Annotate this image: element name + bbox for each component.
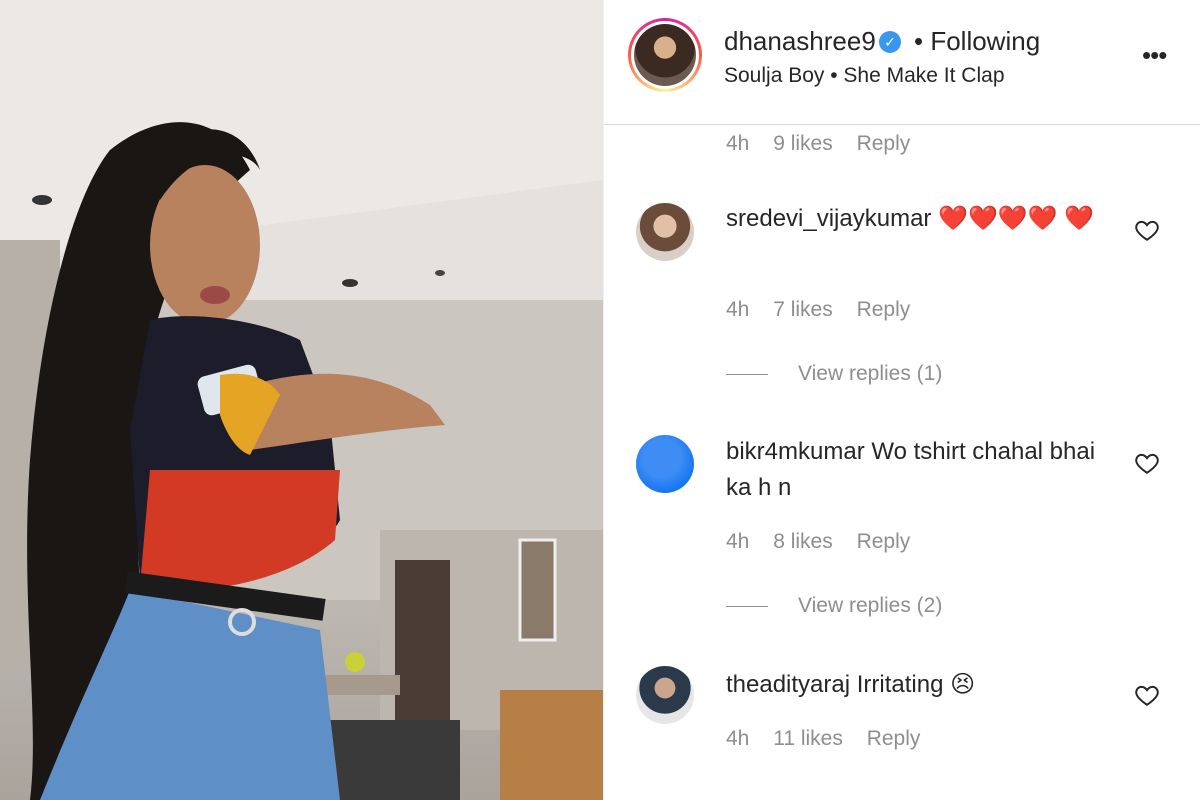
reply-button[interactable]: Reply <box>857 298 911 321</box>
audio-track-link[interactable]: Soulja Boy • She Make It Clap <box>724 64 1005 88</box>
comment-likes[interactable]: 9 likes <box>773 132 833 155</box>
replies-divider-line <box>726 373 768 375</box>
author-username[interactable]: dhanashree9 <box>724 26 876 57</box>
commenter-avatar[interactable] <box>636 435 694 493</box>
replies-divider-line <box>726 605 768 607</box>
reply-button[interactable]: Reply <box>857 530 911 553</box>
view-replies-label: View replies (1) <box>798 362 943 385</box>
comment-body: theadityaraj Irritating 😣 <box>726 667 1106 703</box>
comment-meta: 4h 9 likes Reply <box>726 132 928 156</box>
view-replies-label: View replies (2) <box>798 594 943 617</box>
comment-likes[interactable]: 8 likes <box>773 530 833 553</box>
comment-meta: 4h 8 likes Reply <box>726 530 928 554</box>
comment-time: 4h <box>726 298 750 321</box>
comment-time: 4h <box>726 530 750 553</box>
verified-badge-icon: ✓ <box>879 31 901 53</box>
like-comment-heart-icon[interactable] <box>1134 217 1160 243</box>
post-video[interactable] <box>0 0 603 800</box>
comment-time: 4h <box>726 132 750 155</box>
view-replies-button[interactable]: View replies (2) <box>726 594 942 618</box>
commenter-avatar[interactable] <box>636 666 694 724</box>
commenter-username[interactable]: sredevi_vijaykumar <box>726 205 931 232</box>
like-comment-heart-icon[interactable] <box>1134 450 1160 476</box>
like-comment-heart-icon[interactable] <box>1134 682 1160 708</box>
commenter-avatar[interactable] <box>636 203 694 261</box>
reply-button[interactable]: Reply <box>857 132 911 155</box>
comment-body: bikr4mkumar Wo tshirt chahal bhai ka h n <box>726 434 1106 506</box>
comment-likes[interactable]: 11 likes <box>773 727 843 750</box>
comment-text: Irritating 😣 <box>856 671 976 698</box>
author-avatar[interactable] <box>628 18 702 92</box>
more-options-icon[interactable]: ••• <box>1142 42 1167 68</box>
following-status[interactable]: • Following <box>914 26 1040 57</box>
comment-likes[interactable]: 7 likes <box>773 298 833 321</box>
comment-time: 4h <box>726 727 750 750</box>
commenter-username[interactable]: theadityaraj <box>726 671 850 698</box>
comment-meta: 4h 11 likes Reply <box>726 727 938 751</box>
post-header: dhanashree9 ✓ • Following Soulja Boy • S… <box>604 0 1200 125</box>
reply-button[interactable]: Reply <box>867 727 921 750</box>
post-side-panel: dhanashree9 ✓ • Following Soulja Boy • S… <box>603 0 1200 800</box>
comment-text: ❤️❤️❤️❤️ ❤️ <box>938 205 1095 232</box>
view-replies-button[interactable]: View replies (1) <box>726 362 942 386</box>
video-frame-illustration <box>0 0 603 800</box>
commenter-username[interactable]: bikr4mkumar <box>726 438 865 465</box>
comment-body: sredevi_vijaykumar ❤️❤️❤️❤️ ❤️ <box>726 201 1106 237</box>
comment-meta: 4h 7 likes Reply <box>726 298 928 322</box>
